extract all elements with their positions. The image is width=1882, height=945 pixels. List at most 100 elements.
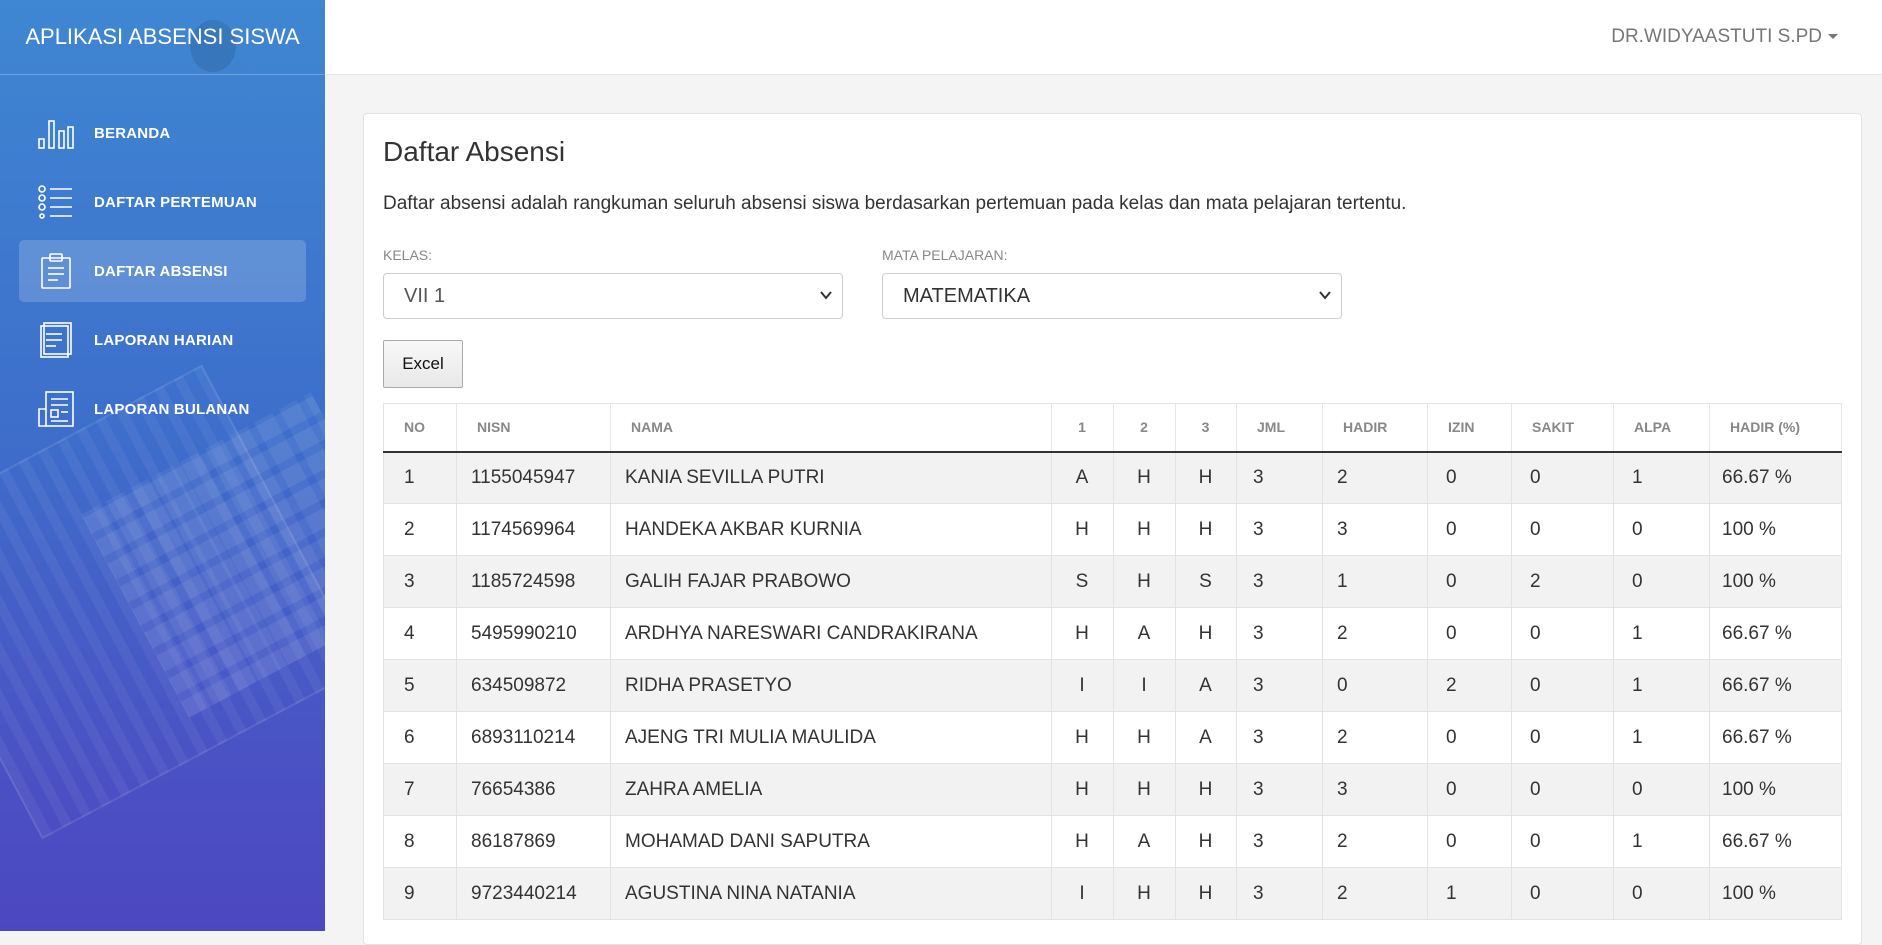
no-cell: 5 xyxy=(383,659,457,712)
table-row: 7 76654386 ZAHRA AMELIA H H H 3 3 0 0 0 100 % xyxy=(383,763,1842,816)
jml-cell: 3 xyxy=(1236,503,1323,556)
table-row: 5 634509872 RIDHA PRASETYO I I A 3 0 2 0 1 66.67 % xyxy=(383,659,1842,712)
nisn-cell: 1185724598 xyxy=(456,555,611,608)
izin-cell: 0 xyxy=(1427,815,1512,868)
izin-cell: 0 xyxy=(1427,607,1512,660)
sidebar-item-laporan-harian[interactable]: LAPORAN HARIAN xyxy=(19,309,306,371)
nisn-cell: 9723440214 xyxy=(456,867,611,920)
sakit-cell: 0 xyxy=(1511,503,1614,556)
column-header-alpa[interactable]: ALPA xyxy=(1613,403,1710,453)
hadir-cell: 2 xyxy=(1322,867,1428,920)
nama-cell: ARDHYA NARESWARI CANDRAKIRANA xyxy=(610,607,1052,660)
meeting-2-status: A xyxy=(1113,815,1176,868)
sidebar-item-daftar-pertemuan[interactable]: DAFTAR PERTEMUAN xyxy=(19,171,306,233)
meeting-1-status: H xyxy=(1051,503,1114,556)
meeting-3-status: H xyxy=(1175,503,1237,556)
meeting-1-status: H xyxy=(1051,763,1114,816)
hadir-cell: 1 xyxy=(1322,555,1428,608)
nisn-cell: 634509872 xyxy=(456,659,611,712)
mata-pelajaran-select-value: MATEMATIKA xyxy=(903,284,1031,307)
column-header-meeting-3[interactable]: 3 xyxy=(1175,403,1237,453)
meeting-1-status: A xyxy=(1051,451,1114,504)
izin-cell: 0 xyxy=(1427,763,1512,816)
nisn-cell: 1155045947 xyxy=(456,451,611,504)
column-header-meeting-1[interactable]: 1 xyxy=(1051,403,1114,453)
jml-cell: 3 xyxy=(1236,711,1323,764)
sidebar-item-beranda[interactable]: BERANDA xyxy=(19,102,306,164)
sidebar-item-daftar-absensi[interactable]: DAFTAR ABSENSI xyxy=(19,240,306,302)
jml-cell: 3 xyxy=(1236,659,1323,712)
meeting-2-status: H xyxy=(1113,451,1176,504)
meeting-3-status: S xyxy=(1175,555,1237,608)
column-header-nama[interactable]: NAMA xyxy=(610,403,1052,453)
attendance-table: NO NISN NAMA 1 2 3 JML HADIR IZIN SAKIT … xyxy=(383,403,1842,920)
no-cell: 8 xyxy=(383,815,457,868)
app-title[interactable]: APLIKASI ABSENSI SISWA xyxy=(25,24,299,50)
meeting-1-status: H xyxy=(1051,815,1114,868)
izin-cell: 0 xyxy=(1427,711,1512,764)
excel-export-button[interactable]: Excel xyxy=(383,340,463,388)
list-icon xyxy=(38,184,74,220)
jml-cell: 3 xyxy=(1236,451,1323,504)
sidebar-item-label: DAFTAR ABSENSI xyxy=(94,262,228,280)
hadir-cell: 2 xyxy=(1322,451,1428,504)
hadir-percent-cell: 66.67 % xyxy=(1709,607,1842,660)
hadir-percent-cell: 66.67 % xyxy=(1709,815,1842,868)
alpa-cell: 1 xyxy=(1613,451,1710,504)
column-header-izin[interactable]: IZIN xyxy=(1427,403,1512,453)
table-row: 6 6893110214 AJENG TRI MULIA MAULIDA H H A 3 2 0… xyxy=(383,711,1842,764)
meeting-3-status: A xyxy=(1175,659,1237,712)
meeting-3-status: H xyxy=(1175,763,1237,816)
user-menu[interactable]: DR.WIDYAASTUTI S.PD xyxy=(1611,26,1838,48)
column-header-no[interactable]: NO xyxy=(383,403,457,453)
meeting-3-status: H xyxy=(1175,815,1237,868)
no-cell: 2 xyxy=(383,503,457,556)
hadir-percent-cell: 100 % xyxy=(1709,867,1842,920)
report-icon xyxy=(38,391,74,427)
clipboard-icon xyxy=(38,253,74,289)
meeting-1-status: I xyxy=(1051,659,1114,712)
no-cell: 7 xyxy=(383,763,457,816)
alpa-cell: 1 xyxy=(1613,659,1710,712)
jml-cell: 3 xyxy=(1236,607,1323,660)
hadir-percent-cell: 100 % xyxy=(1709,555,1842,608)
sakit-cell: 0 xyxy=(1511,451,1614,504)
meeting-3-status: H xyxy=(1175,451,1237,504)
page-description: Daftar absensi adalah rangkuman seluruh … xyxy=(383,193,1407,214)
nisn-cell: 6893110214 xyxy=(456,711,611,764)
caret-down-icon xyxy=(1828,34,1838,40)
mata-pelajaran-select[interactable]: MATEMATIKA xyxy=(882,273,1342,319)
table-header-row: NO NISN NAMA 1 2 3 JML HADIR IZIN SAKIT … xyxy=(383,403,1842,453)
sakit-cell: 0 xyxy=(1511,867,1614,920)
sidebar-item-laporan-bulanan[interactable]: LAPORAN BULANAN xyxy=(19,378,306,440)
column-header-meeting-2[interactable]: 2 xyxy=(1113,403,1176,453)
no-cell: 9 xyxy=(383,867,457,920)
column-header-jml[interactable]: JML xyxy=(1236,403,1323,453)
top-bar: DR.WIDYAASTUTI S.PD xyxy=(325,0,1882,75)
sakit-cell: 2 xyxy=(1511,555,1614,608)
hadir-percent-cell: 66.67 % xyxy=(1709,451,1842,504)
column-header-hadir-percent[interactable]: HADIR (%) xyxy=(1709,403,1842,453)
table-body: 1 1155045947 KANIA SEVILLA PUTRI A H H 3 2 0 0 1 66… xyxy=(383,451,1842,920)
meeting-1-status: S xyxy=(1051,555,1114,608)
meeting-1-status: H xyxy=(1051,711,1114,764)
izin-cell: 1 xyxy=(1427,867,1512,920)
table-row: 9 9723440214 AGUSTINA NINA NATANIA I H H 3 2 1 0 0… xyxy=(383,867,1842,920)
izin-cell: 0 xyxy=(1427,451,1512,504)
column-header-hadir[interactable]: HADIR xyxy=(1322,403,1428,453)
column-header-sakit[interactable]: SAKIT xyxy=(1511,403,1614,453)
kelas-select[interactable]: VII 1 xyxy=(383,273,843,319)
column-header-nisn[interactable]: NISN xyxy=(456,403,611,453)
kelas-select-value: VII 1 xyxy=(404,284,446,307)
nama-cell: AJENG TRI MULIA MAULIDA xyxy=(610,711,1052,764)
hadir-cell: 2 xyxy=(1322,607,1428,660)
user-name: DR.WIDYAASTUTI S.PD xyxy=(1611,26,1822,47)
table-row: 2 1174569964 HANDEKA AKBAR KURNIA H H H 3 3 0 0 0 1… xyxy=(383,503,1842,556)
sakit-cell: 0 xyxy=(1511,659,1614,712)
hadir-percent-cell: 100 % xyxy=(1709,763,1842,816)
no-cell: 6 xyxy=(383,711,457,764)
sakit-cell: 0 xyxy=(1511,763,1614,816)
meeting-2-status: H xyxy=(1113,555,1176,608)
no-cell: 4 xyxy=(383,607,457,660)
nisn-cell: 86187869 xyxy=(456,815,611,868)
